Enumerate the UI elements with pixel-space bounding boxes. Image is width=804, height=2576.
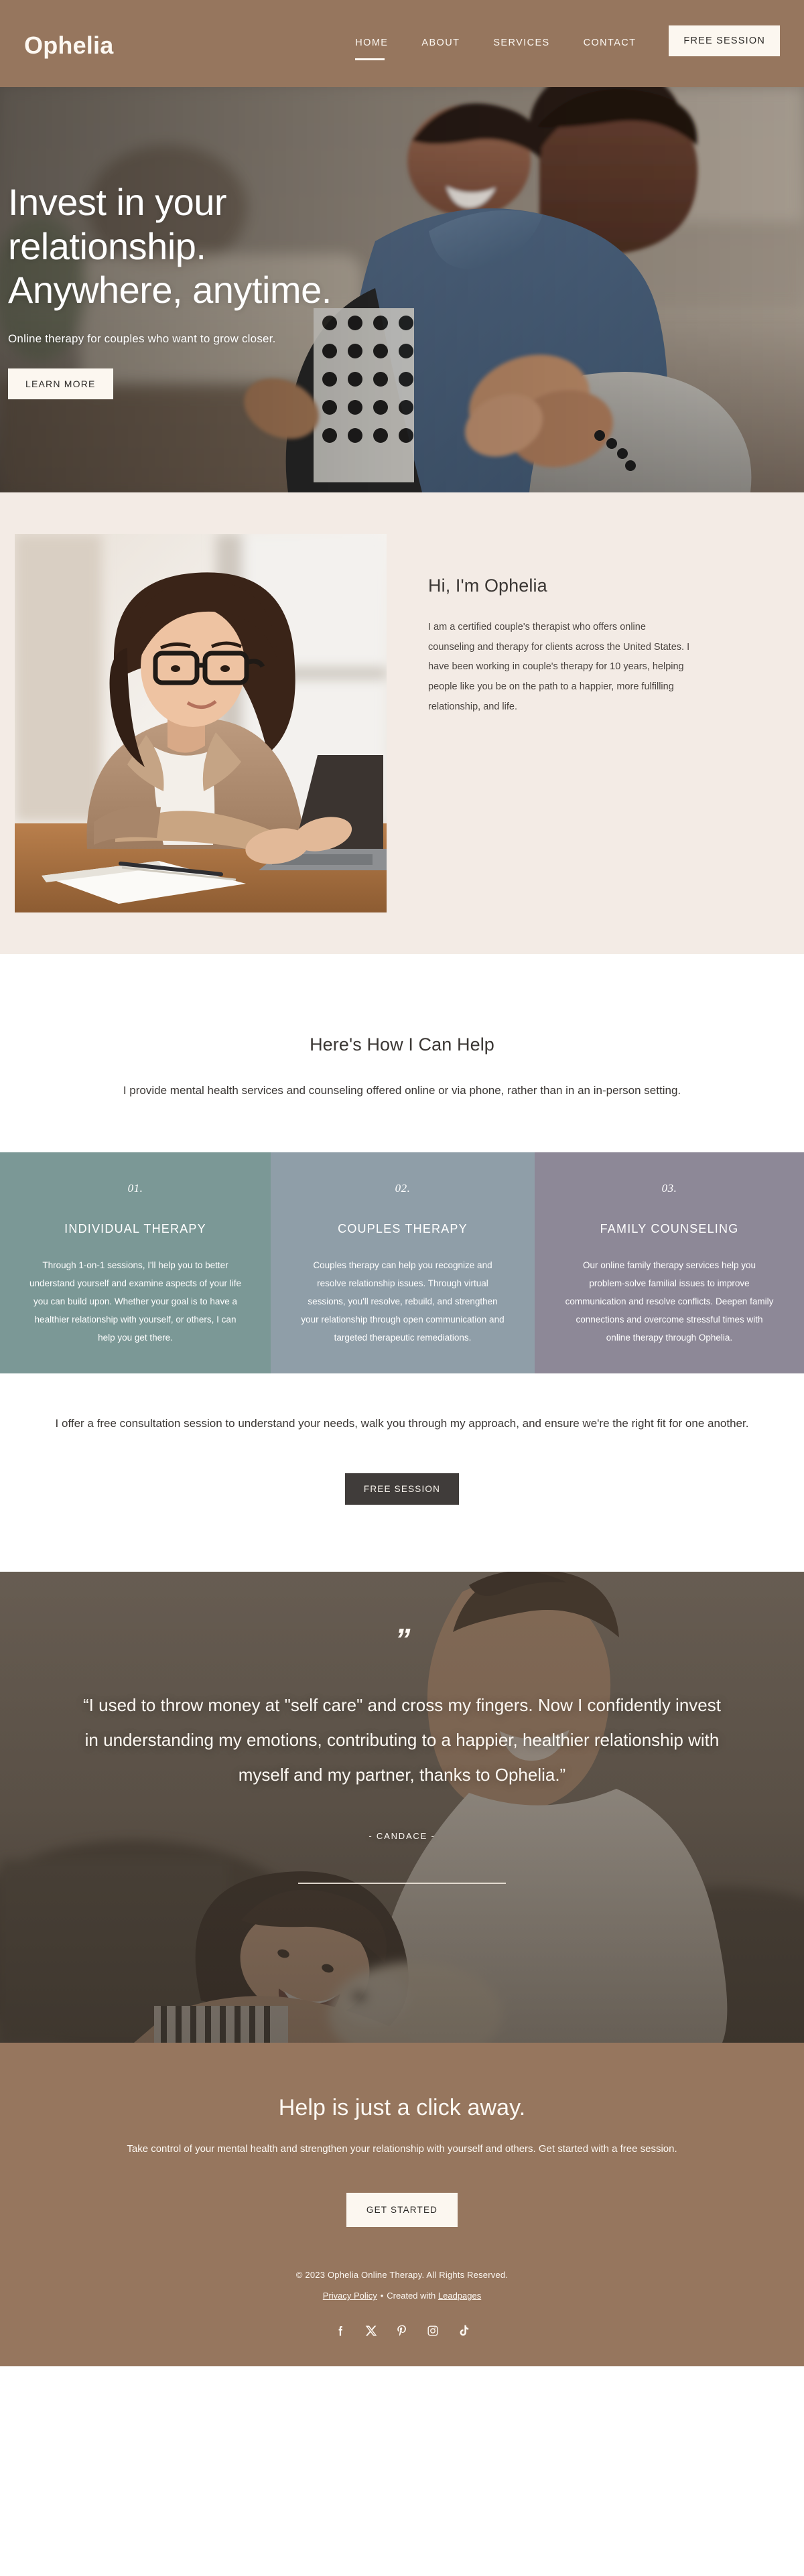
tiktok-icon[interactable] bbox=[456, 2323, 471, 2338]
about-paragraph: I am a certified couple's therapist who … bbox=[428, 622, 690, 712]
cta-paragraph: Take control of your mental health and s… bbox=[127, 2143, 677, 2155]
about-photo-frame bbox=[15, 534, 387, 912]
hero-section: Invest in your relationship. Anywhere, a… bbox=[0, 87, 804, 492]
site-header: Ophelia HOME ABOUT SERVICES CONTACT FREE… bbox=[0, 0, 804, 87]
hero-title: Invest in your relationship. Anywhere, a… bbox=[8, 180, 415, 312]
service-card-body: Our online family therapy services help … bbox=[565, 1260, 774, 1343]
services-intro: I provide mental health services and cou… bbox=[123, 1084, 681, 1097]
hero-title-line-2: relationship. bbox=[8, 224, 206, 267]
leadpages-link[interactable]: Leadpages bbox=[438, 2291, 481, 2301]
service-card-title: INDIVIDUAL THERAPY bbox=[64, 1221, 206, 1235]
about-heading: Hi, I'm Ophelia bbox=[428, 575, 547, 596]
privacy-policy-link[interactable]: Privacy Policy bbox=[323, 2291, 377, 2301]
landing-page: Ophelia HOME ABOUT SERVICES CONTACT FREE… bbox=[0, 0, 804, 2367]
learn-more-button[interactable]: LEARN MORE bbox=[8, 368, 113, 399]
testimonial-author: - CANDACE - bbox=[368, 1831, 436, 1842]
footer-separator: • bbox=[380, 2291, 384, 2301]
hero-title-line-3: Anywhere, anytime. bbox=[8, 269, 332, 312]
services-card-list: 01. INDIVIDUAL THERAPY Through 1-on-1 se… bbox=[0, 1152, 804, 1373]
site-footer: © 2023 Ophelia Online Therapy. All Right… bbox=[0, 2227, 804, 2367]
nav-item-home[interactable]: HOME bbox=[338, 35, 405, 60]
hero-title-line-1: Invest in your bbox=[8, 181, 227, 224]
nav-item-services[interactable]: SERVICES bbox=[476, 35, 566, 51]
testimonial-section: ” “I used to throw money at "self care" … bbox=[0, 1571, 804, 2043]
hero-content: Invest in your relationship. Anywhere, a… bbox=[0, 87, 415, 492]
service-card-title: COUPLES THERAPY bbox=[338, 1221, 468, 1235]
instagram-icon[interactable] bbox=[425, 2323, 440, 2338]
social-links bbox=[0, 2323, 804, 2338]
header-free-session-button[interactable]: FREE SESSION bbox=[669, 25, 780, 56]
testimonial-quote: “I used to throw money at "self care" an… bbox=[83, 1695, 721, 1785]
service-card-couples-therapy[interactable]: 02. COUPLES THERAPY Couples therapy can … bbox=[271, 1152, 535, 1373]
consultation-section: I offer a free consultation session to u… bbox=[0, 1373, 804, 1572]
service-card-number: 02. bbox=[395, 1181, 411, 1195]
service-card-family-counseling[interactable]: 03. FAMILY COUNSELING Our online family … bbox=[535, 1152, 804, 1373]
cta-section: Help is just a click away. Take control … bbox=[0, 2042, 804, 2228]
testimonial-content: ” “I used to throw money at "self care" … bbox=[0, 1572, 804, 2043]
service-card-individual-therapy[interactable]: 01. INDIVIDUAL THERAPY Through 1-on-1 se… bbox=[0, 1152, 271, 1373]
service-card-body: Couples therapy can help you recognize a… bbox=[301, 1260, 505, 1343]
consultation-free-session-button[interactable]: FREE SESSION bbox=[344, 1473, 460, 1505]
about-inner: Hi, I'm Ophelia I am a certified couple'… bbox=[0, 534, 804, 912]
service-card-body: Through 1-on-1 sessions, I'll help you t… bbox=[29, 1260, 241, 1343]
service-card-number: 03. bbox=[661, 1181, 677, 1195]
quote-mark-icon: ” bbox=[395, 1621, 411, 1657]
brand-logo[interactable]: Ophelia bbox=[24, 33, 113, 58]
facebook-icon[interactable] bbox=[333, 2323, 348, 2338]
hero-subtitle: Online therapy for couples who want to g… bbox=[8, 332, 276, 345]
about-text-block: Hi, I'm Ophelia I am a certified couple'… bbox=[387, 534, 695, 718]
service-card-title: FAMILY COUNSELING bbox=[600, 1221, 739, 1235]
x-twitter-icon[interactable] bbox=[364, 2323, 379, 2338]
pinterest-icon[interactable] bbox=[395, 2323, 409, 2338]
service-card-number: 01. bbox=[127, 1181, 143, 1195]
get-started-button[interactable]: GET STARTED bbox=[346, 2193, 458, 2228]
footer-links: Privacy Policy • Created with Leadpages bbox=[0, 2291, 804, 2301]
copyright-text: © 2023 Ophelia Online Therapy. All Right… bbox=[295, 2270, 509, 2281]
cta-heading: Help is just a click away. bbox=[278, 2094, 526, 2120]
services-heading: Here's How I Can Help bbox=[310, 1034, 494, 1055]
nav-item-about[interactable]: ABOUT bbox=[405, 35, 476, 51]
services-section: Here's How I Can Help I provide mental h… bbox=[0, 954, 804, 1373]
consultation-paragraph: I offer a free consultation session to u… bbox=[55, 1416, 749, 1430]
nav-item-contact[interactable]: CONTACT bbox=[567, 35, 653, 51]
about-section: Hi, I'm Ophelia I am a certified couple'… bbox=[0, 492, 804, 954]
therapist-portrait-photo bbox=[15, 534, 387, 912]
created-with-label: Created with bbox=[387, 2291, 436, 2301]
testimonial-divider bbox=[298, 1883, 506, 1885]
main-navigation: HOME ABOUT SERVICES CONTACT FREE SESSION bbox=[338, 25, 780, 66]
